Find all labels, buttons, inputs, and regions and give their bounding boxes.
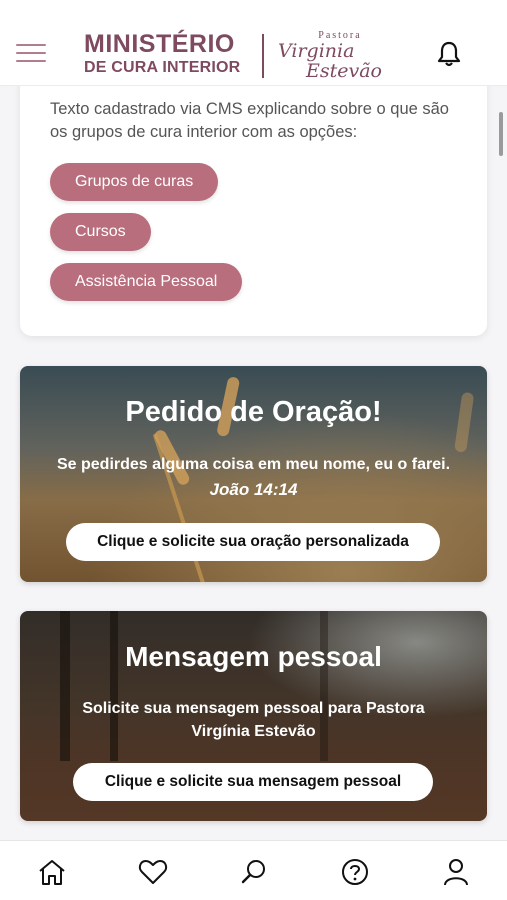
logo-name-last: Estevão xyxy=(306,60,382,82)
app-header: MINISTÉRIO DE CURA INTERIOR Pastora Virg… xyxy=(0,0,507,86)
logo-divider xyxy=(262,34,264,78)
user-icon[interactable] xyxy=(440,856,472,888)
prayer-title: Pedido de Oração! xyxy=(125,396,382,428)
logo-name-first: Virginia xyxy=(278,40,355,62)
message-title: Mensagem pessoal xyxy=(125,641,382,672)
intro-card: Texto cadastrado via CMS explicando sobr… xyxy=(20,70,487,336)
logo-ministerio: MINISTÉRIO DE CURA INTERIOR xyxy=(84,30,250,78)
option-assistencia-button[interactable]: Assistência Pessoal xyxy=(50,263,243,301)
personal-message-button[interactable]: Clique e solicite sua mensagem pessoal xyxy=(73,763,433,801)
intro-text: Texto cadastrado via CMS explicando sobr… xyxy=(50,100,449,141)
logo-line1: MINISTÉRIO xyxy=(84,30,235,58)
message-subtitle: Solicite sua mensagem pessoal para Pasto… xyxy=(82,700,425,740)
personal-message-banner: Mensagem pessoal Solicite sua mensagem p… xyxy=(20,611,487,821)
home-icon[interactable] xyxy=(36,856,68,888)
bell-icon[interactable] xyxy=(436,40,462,68)
prayer-reference: João 14:14 xyxy=(209,480,298,499)
help-icon[interactable] xyxy=(339,856,371,888)
bottom-navigation xyxy=(0,840,507,900)
scrollbar[interactable] xyxy=(499,112,503,156)
hamburger-icon[interactable] xyxy=(16,44,46,64)
prayer-verse: Se pedirdes alguma coisa em meu nome, eu… xyxy=(56,456,451,473)
heart-icon[interactable] xyxy=(137,856,169,888)
logo-pastora: Pastora Virginia Estevão xyxy=(272,30,382,82)
prayer-request-button[interactable]: Clique e solicite sua oração personaliza… xyxy=(66,523,440,561)
option-grupos-button[interactable]: Grupos de curas xyxy=(50,163,219,201)
search-icon[interactable] xyxy=(238,856,270,888)
option-cursos-button[interactable]: Cursos xyxy=(50,213,151,251)
prayer-request-banner: Pedido de Oração! Se pedirdes alguma coi… xyxy=(20,366,487,582)
logo-line2: DE CURA INTERIOR xyxy=(84,59,241,76)
